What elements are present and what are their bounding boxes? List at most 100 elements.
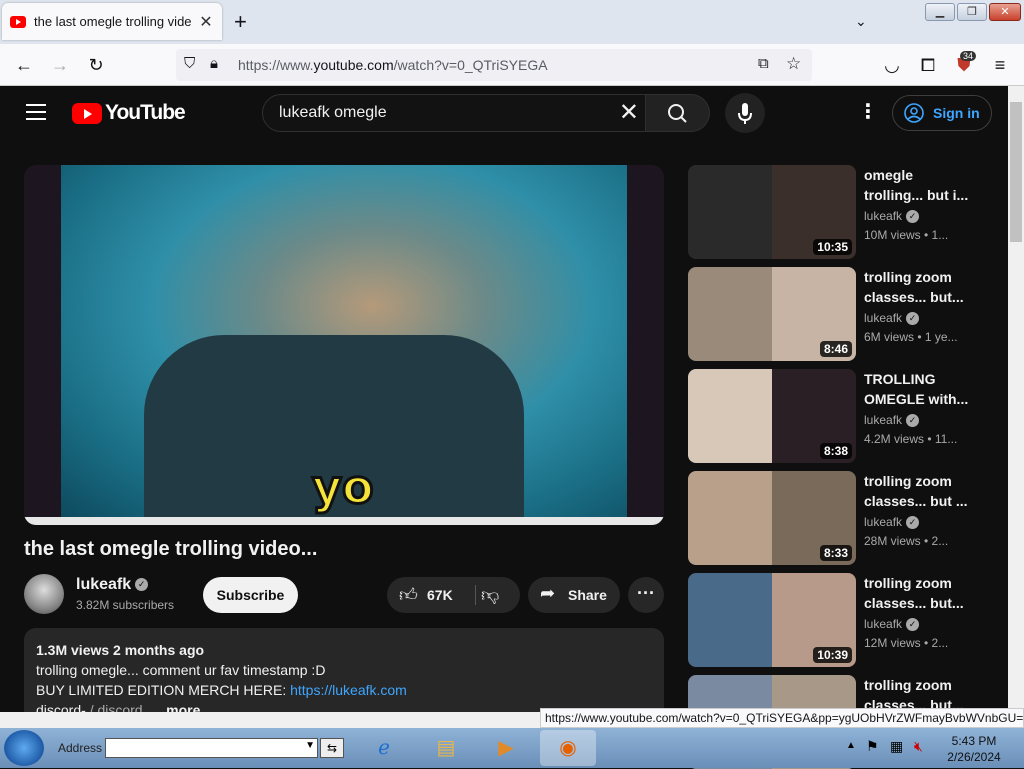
verified-icon: ✓	[906, 210, 920, 224]
share-button[interactable]: ➦ Share	[528, 577, 620, 613]
browser-tab-bar: the last omegle trolling video... ✕ + ⌄ …	[0, 0, 1024, 44]
video-caption: yo	[311, 459, 376, 516]
video-progress-bar[interactable]	[24, 517, 664, 525]
window-minimize-button[interactable]: ▁	[925, 3, 955, 21]
vertical-scrollbar[interactable]	[1008, 86, 1024, 712]
thumbnail-left	[688, 573, 772, 667]
action-center-flag-icon[interactable]: ⚑	[866, 738, 879, 755]
address-toolbar-label: Address	[58, 741, 103, 755]
start-button[interactable]	[4, 730, 44, 766]
recommendation-channel[interactable]: lukeafk ✓	[864, 209, 920, 224]
taskbar-clock[interactable]: 5:43 PM 2/26/2024	[944, 733, 1004, 765]
new-tab-icon[interactable]: +	[234, 10, 247, 34]
reload-icon[interactable]: ↻	[84, 54, 108, 76]
settings-more-icon[interactable]: ⋮	[858, 100, 878, 124]
scrollbar-thumb[interactable]	[1010, 102, 1022, 242]
video-thumbnail[interactable]: 8:46	[688, 267, 856, 361]
recommendation-card[interactable]: 8:38 TROLLING OMEGLE with... lukeafk ✓ 4.2M …	[688, 369, 1000, 463]
clock-date: 2/26/2024	[947, 750, 1001, 764]
browser-nav-bar: ← → ↻ ⛉ 🔒︎ https://www.youtube.com/watch…	[0, 44, 1024, 86]
address-toolbar-input[interactable]: ▼	[105, 738, 318, 758]
recommendation-card[interactable]: 10:39 trolling zoom classes... but... luke…	[688, 573, 1000, 667]
extensions-icon[interactable]: ⧠	[916, 54, 940, 76]
back-arrow-icon[interactable]: ←	[12, 54, 36, 76]
forward-arrow-icon[interactable]: →	[48, 54, 72, 76]
thumbnail-left	[688, 165, 772, 259]
recommendation-stats: 10M views • 1...	[864, 228, 949, 242]
like-button[interactable]: 👍︎ 67K	[387, 577, 471, 613]
video-thumbnail[interactable]: 10:35	[688, 165, 856, 259]
recommendation-title[interactable]: trolling zoom classes... but ...	[864, 471, 974, 511]
video-thumbnail[interactable]: 8:38	[688, 369, 856, 463]
recommendation-channel[interactable]: lukeafk ✓	[864, 311, 920, 326]
lock-icon[interactable]: 🔒︎	[210, 55, 218, 72]
like-dislike-group: 👍︎ 67K 👎︎	[387, 577, 520, 613]
video-title: the last omegle trolling video...	[24, 538, 318, 560]
address-dropdown-icon[interactable]: ▼	[305, 740, 315, 751]
views-and-date: 1.3M views 2 months ago	[36, 642, 205, 658]
description-merch-line: BUY LIMITED EDITION MERCH HERE: https://…	[36, 682, 407, 698]
thumbnail-left	[688, 267, 772, 361]
like-divider	[475, 585, 476, 605]
app-menu-icon[interactable]: ≡	[988, 54, 1012, 76]
thumbs-down-icon[interactable]: 👎︎	[481, 584, 499, 606]
search-input[interactable]: lukeafk omegle ✕	[262, 94, 646, 132]
show-hidden-icons-icon[interactable]: ▲	[846, 740, 856, 751]
verified-icon: ✓	[906, 516, 920, 530]
url-bar[interactable]: ⛉ 🔒︎ https://www.youtube.com/watch?v=0_Q…	[176, 49, 812, 81]
recommendation-title[interactable]: trolling zoom classes... but...	[864, 267, 974, 307]
guide-menu-icon[interactable]	[26, 104, 46, 120]
video-thumbnail[interactable]: 10:39	[688, 573, 856, 667]
window-close-button[interactable]: ✕	[989, 3, 1021, 21]
network-icon[interactable]: ▦	[890, 738, 903, 755]
volume-muted-icon[interactable]: 🔇︎	[914, 738, 923, 755]
browser-tab[interactable]: the last omegle trolling video... ✕	[2, 3, 222, 40]
thumbnail-left	[688, 471, 772, 565]
merch-link[interactable]: https://lukeafk.com	[290, 682, 407, 698]
file-explorer-icon[interactable]: ▤	[418, 730, 474, 766]
sign-in-button[interactable]: Sign in	[892, 95, 992, 131]
tracking-shield-icon[interactable]: ⛉	[184, 55, 195, 72]
subscribe-button[interactable]: Subscribe	[203, 577, 298, 613]
internet-explorer-icon[interactable]: ℯ	[356, 730, 412, 766]
picture-in-picture-icon[interactable]: ⧉	[758, 55, 769, 72]
recommendation-channel[interactable]: lukeafk ✓	[864, 617, 920, 632]
tab-close-icon[interactable]: ✕	[198, 12, 214, 32]
thumbnail-left	[688, 369, 772, 463]
recommendation-channel[interactable]: lukeafk ✓	[864, 413, 920, 428]
search-query[interactable]: lukeafk omegle	[279, 104, 387, 122]
extension-badge: 34	[960, 51, 977, 61]
url-text[interactable]: https://www.youtube.com/watch?v=0_QTriSY…	[238, 57, 548, 73]
windows-taskbar: Address ▼ ⇆ ℯ ▤ ▶ ◉ ▲ ⚑ ▦ 🔇︎ 5:43 PM 2/2…	[0, 728, 1024, 768]
recommendation-title[interactable]: TROLLING OMEGLE with...	[864, 369, 974, 409]
youtube-play-icon	[72, 102, 102, 124]
more-actions-icon[interactable]: ···	[628, 577, 664, 613]
video-thumbnail[interactable]: 8:33	[688, 471, 856, 565]
clear-search-icon[interactable]: ✕	[619, 99, 639, 127]
voice-search-button[interactable]	[725, 93, 765, 133]
recommendation-card[interactable]: 8:33 trolling zoom classes... but ... luke…	[688, 471, 1000, 565]
verified-icon: ✓	[906, 618, 920, 632]
recommendation-title[interactable]: trolling zoom classes... but...	[864, 573, 974, 613]
recommendation-title[interactable]: omegle trolling... but i...	[864, 165, 974, 205]
clock-time: 5:43 PM	[951, 734, 997, 748]
video-player[interactable]: yo	[24, 165, 664, 525]
firefox-taskbar-icon[interactable]: ◉	[540, 730, 596, 766]
pocket-icon[interactable]: ◡	[880, 54, 904, 76]
recommendation-stats: 4.2M views • 11...	[864, 432, 958, 446]
video-duration: 10:39	[813, 647, 852, 663]
youtube-logo[interactable]: YouTube	[72, 101, 186, 125]
window-maximize-button[interactable]: ❐	[957, 3, 987, 21]
media-player-icon[interactable]: ▶	[478, 730, 534, 766]
channel-name[interactable]: lukeafk ✓	[76, 576, 149, 594]
recommendation-card[interactable]: 10:35 omegle trolling... but i... lukeafk ✓…	[688, 165, 1000, 259]
description-line: trolling omegle... comment ur fav timest…	[36, 662, 326, 678]
recommendation-stats: 28M views • 2...	[864, 534, 949, 548]
recommendation-card[interactable]: 8:46 trolling zoom classes... but... lukea…	[688, 267, 1000, 361]
recommendation-channel[interactable]: lukeafk ✓	[864, 515, 920, 530]
list-all-tabs-icon[interactable]: ⌄	[855, 13, 867, 30]
search-button[interactable]	[646, 94, 710, 132]
address-go-button[interactable]: ⇆	[320, 738, 344, 758]
bookmark-star-icon[interactable]: ☆	[786, 54, 801, 74]
channel-avatar[interactable]	[24, 574, 64, 614]
